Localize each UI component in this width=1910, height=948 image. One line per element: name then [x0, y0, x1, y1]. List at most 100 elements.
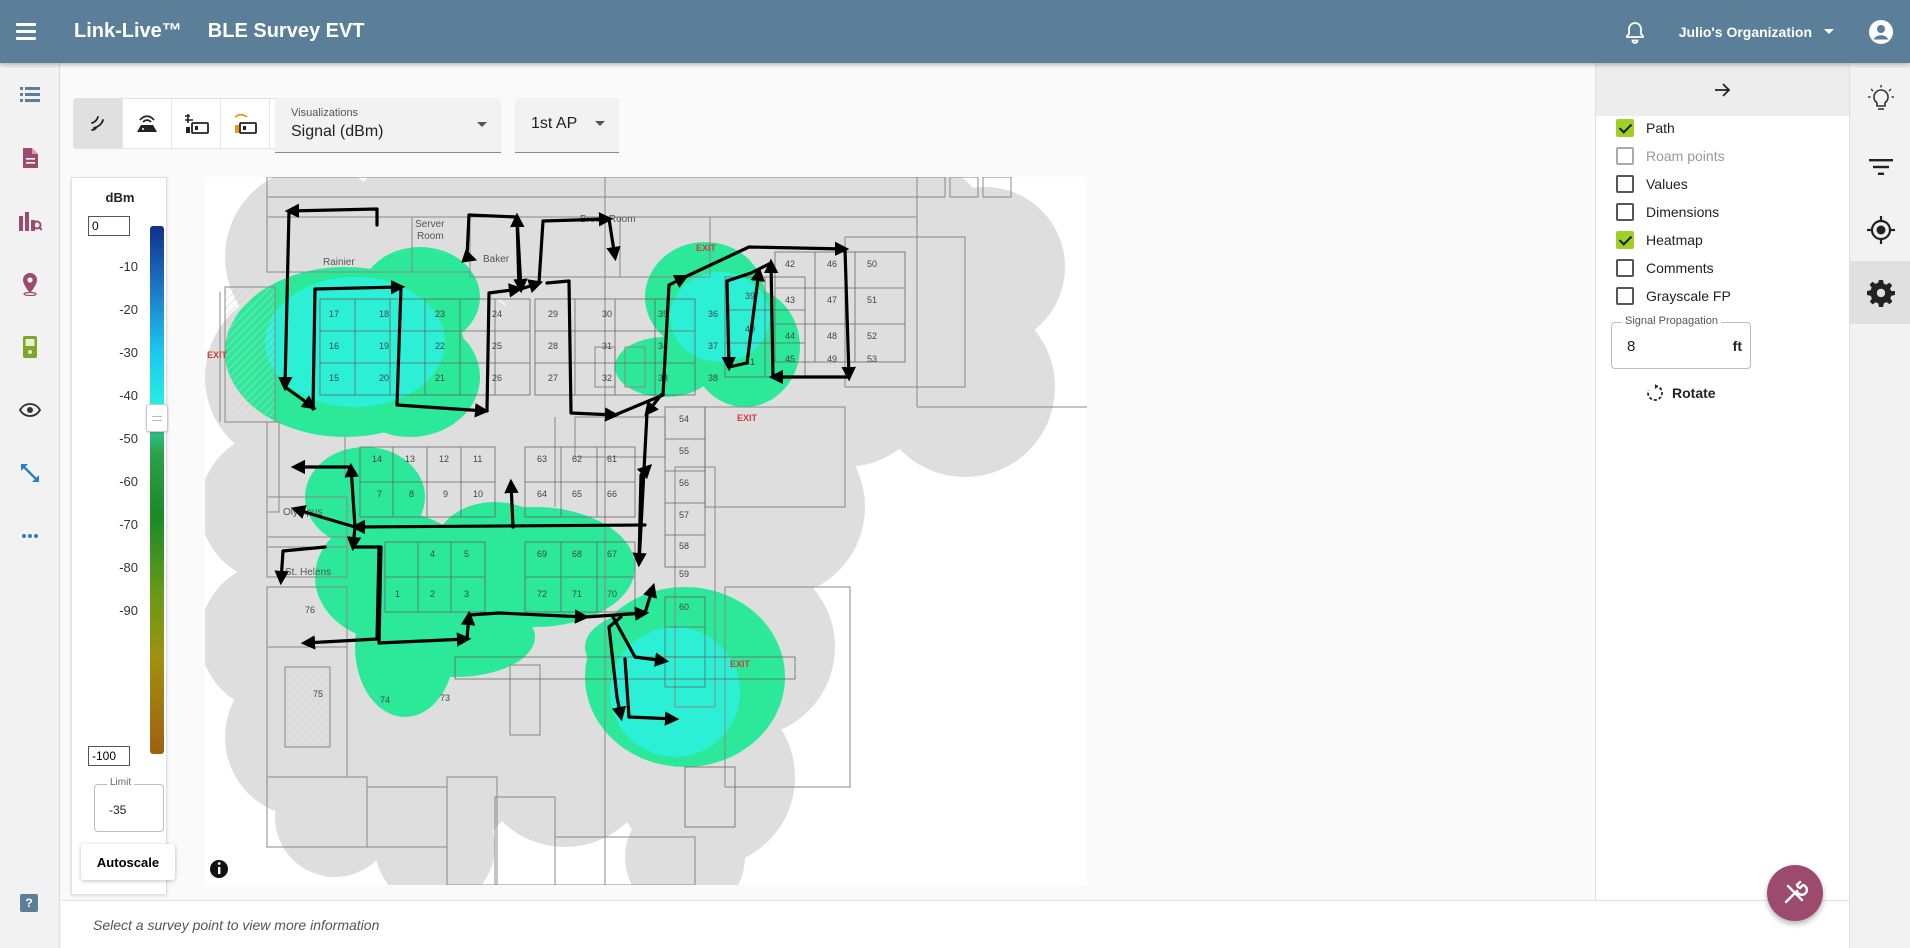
legend-limit-slider[interactable] [146, 404, 168, 432]
room-server: Server [415, 219, 445, 230]
right-tool-rail [1849, 63, 1910, 948]
legend-tick: -40 [119, 388, 138, 403]
nav-document-icon[interactable] [0, 126, 60, 189]
desk-label: 42 [785, 259, 795, 269]
desk-label: 27 [548, 373, 558, 383]
desk-label: 36 [708, 309, 718, 319]
nav-location-icon[interactable] [0, 252, 60, 315]
rotate-button[interactable]: Rotate [1646, 384, 1716, 402]
status-bar: Select a survey point to view more infor… [61, 900, 1849, 948]
lightbulb-icon[interactable] [1850, 63, 1910, 135]
tools-fab-button[interactable] [1767, 865, 1823, 921]
checkbox-icon[interactable] [1616, 259, 1634, 277]
layer-toggle-heatmap[interactable]: Heatmap [1616, 229, 1703, 251]
layer-toggle-roam-points[interactable]: Roam points [1616, 145, 1725, 167]
signal-propagation-unit: ft [1732, 338, 1742, 354]
layer-label: Path [1646, 120, 1675, 136]
tools-icon [1784, 880, 1808, 904]
desk-label: 7 [377, 489, 382, 499]
layer-toggle-grayscale[interactable]: Grayscale FP [1616, 285, 1731, 307]
ap-value: 1st AP [531, 115, 578, 132]
desk-label: 30 [602, 309, 612, 319]
desk-label: 32 [602, 373, 612, 383]
desk-label: 61 [607, 454, 617, 464]
floorplan-map[interactable]: 17 18 23 24 29 30 35 36 16 19 22 25 28 3… [205, 177, 1087, 885]
rotate-label: Rotate [1672, 385, 1716, 401]
desk-label: 21 [435, 373, 445, 383]
desk-label: 74 [380, 695, 390, 705]
desk-label: 55 [679, 446, 689, 456]
signal-propagation-field[interactable]: Signal Propagation 8 ft [1611, 315, 1751, 369]
signal-propagation-value: 8 [1627, 338, 1636, 355]
exit-north: EXIT [696, 243, 717, 253]
desk-label: 69 [537, 549, 547, 559]
access-point-icon[interactable] [123, 99, 172, 148]
desk-label: 17 [329, 309, 339, 319]
checkbox-icon[interactable] [1616, 203, 1634, 221]
gear-icon[interactable] [1850, 261, 1910, 324]
layer-toggle-path[interactable]: Path [1616, 117, 1675, 139]
ap-select[interactable]: 1st AP [515, 98, 619, 153]
visualizations-label: Visualizations [291, 107, 359, 119]
legend-color-scale [150, 226, 164, 754]
legend-min-input[interactable] [88, 746, 130, 766]
signal-mode-icon[interactable] [74, 99, 123, 148]
desk-label: 60 [679, 602, 689, 612]
autoscale-button[interactable]: Autoscale [81, 844, 175, 880]
survey-device-icon[interactable] [172, 99, 221, 148]
checkbox-checked-icon[interactable] [1616, 231, 1634, 249]
exit-south: EXIT [730, 659, 751, 669]
nav-list-icon[interactable] [0, 63, 60, 126]
checkbox-icon[interactable] [1616, 175, 1634, 193]
room-baker: Baker [483, 254, 510, 265]
desk-label: 46 [827, 259, 837, 269]
desk-label: 68 [572, 549, 582, 559]
organization-selector[interactable]: Julio's Organization [1679, 24, 1834, 40]
desk-label: 38 [708, 373, 718, 383]
legend-max-input[interactable] [88, 216, 130, 236]
legend-tick: -60 [119, 474, 138, 489]
desk-label: 20 [379, 373, 389, 383]
account-icon[interactable] [1868, 19, 1894, 45]
desk-label: 56 [679, 478, 689, 488]
floorplan-svg[interactable]: 17 18 23 24 29 30 35 36 16 19 22 25 28 3… [205, 177, 1087, 885]
layer-toggle-dimensions[interactable]: Dimensions [1616, 201, 1719, 223]
legend-tick: -20 [119, 302, 138, 317]
desk-label: 58 [679, 541, 689, 551]
desk-label: 16 [329, 341, 339, 351]
nav-eye-icon[interactable] [0, 378, 60, 441]
desk-label: 45 [785, 354, 795, 364]
nav-device-icon[interactable] [0, 315, 60, 378]
legend-unit: dBm [105, 190, 135, 205]
layer-toggle-comments[interactable]: Comments [1616, 257, 1714, 279]
checkbox-icon[interactable] [1616, 287, 1634, 305]
desk-label: 75 [313, 689, 323, 699]
desk-label: 28 [548, 341, 558, 351]
filter-icon[interactable] [1850, 135, 1910, 198]
legend-tick: -10 [119, 259, 138, 274]
nav-more-icon[interactable] [0, 504, 60, 567]
bell-icon[interactable] [1623, 20, 1647, 44]
map-info-icon[interactable] [210, 860, 228, 878]
legend-tick: -50 [119, 431, 138, 446]
nav-expand-icon[interactable] [0, 441, 60, 504]
desk-label: 65 [572, 489, 582, 499]
arrow-right-icon[interactable] [1596, 63, 1849, 116]
desk-label: 48 [827, 331, 837, 341]
desk-label: 24 [492, 309, 502, 319]
desk-label: 43 [785, 295, 795, 305]
limit-field[interactable]: Limit -35 [94, 777, 164, 832]
page-title: BLE Survey EVT [207, 20, 365, 42]
menu-icon[interactable] [16, 18, 44, 46]
help-icon[interactable]: ? [20, 894, 38, 912]
nav-analytics-icon[interactable] [0, 189, 60, 252]
target-icon[interactable] [1850, 198, 1910, 261]
desk-label: 8 [409, 489, 414, 499]
warning-device-icon[interactable] [221, 99, 270, 148]
app-bar: Link-Live™ BLE Survey EVT Julio's Organi… [0, 0, 1910, 63]
visualizations-select[interactable]: Visualizations Signal (dBm) [275, 98, 501, 153]
desk-label: 22 [435, 341, 445, 351]
layer-toggle-values[interactable]: Values [1616, 173, 1688, 195]
checkbox-checked-icon[interactable] [1616, 119, 1634, 137]
desk-label: 51 [867, 295, 877, 305]
